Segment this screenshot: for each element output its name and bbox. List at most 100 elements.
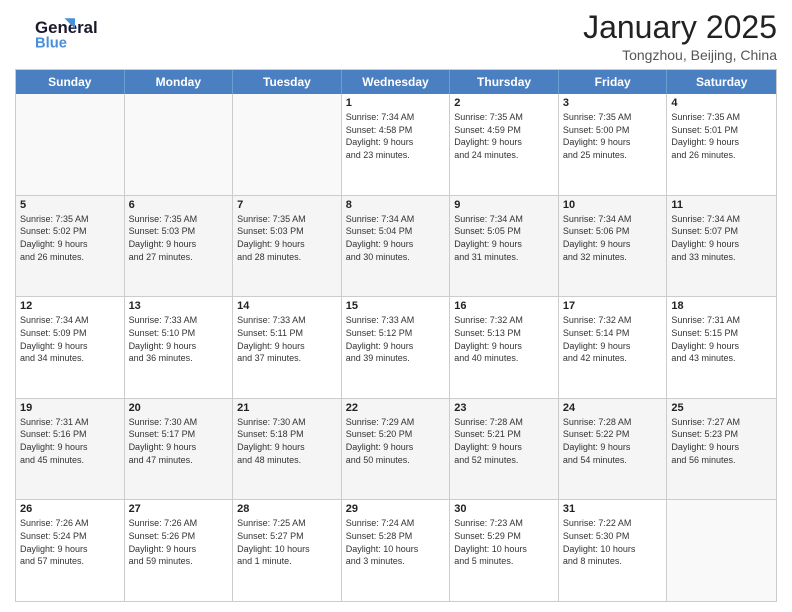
day-number: 4: [671, 97, 772, 109]
day-number: 25: [671, 402, 772, 414]
logo-icon: General Blue: [15, 14, 95, 54]
day-header-sunday: Sunday: [16, 70, 125, 94]
day-cell: 3 Sunrise: 7:35 AM Sunset: 5:00 PM Daylig…: [559, 94, 668, 195]
svg-text:Blue: Blue: [35, 36, 67, 52]
day-cell: 12 Sunrise: 7:34 AM Sunset: 5:09 PM Dayli…: [16, 297, 125, 398]
day-cell: 16 Sunrise: 7:32 AM Sunset: 5:13 PM Dayli…: [450, 297, 559, 398]
day-number: 30: [454, 503, 554, 515]
day-number: 7: [237, 199, 337, 211]
day-info: Sunrise: 7:22 AM Sunset: 5:30 PM Dayligh…: [563, 517, 663, 567]
day-number: 27: [129, 503, 229, 515]
day-info: Sunrise: 7:33 AM Sunset: 5:10 PM Dayligh…: [129, 314, 229, 364]
day-number: 18: [671, 300, 772, 312]
day-number: 10: [563, 199, 663, 211]
calendar-header: SundayMondayTuesdayWednesdayThursdayFrid…: [16, 70, 776, 94]
calendar: SundayMondayTuesdayWednesdayThursdayFrid…: [15, 69, 777, 602]
day-info: Sunrise: 7:34 AM Sunset: 5:05 PM Dayligh…: [454, 213, 554, 263]
day-cell: 17Sunrise: 7:32 AM Sunset: 5:14 PM Dayli…: [559, 297, 668, 398]
week-row-3: 12 Sunrise: 7:34 AM Sunset: 5:09 PM Dayli…: [16, 296, 776, 398]
day-cell: 6Sunrise: 7:35 AM Sunset: 5:03 PM Daylig…: [125, 196, 234, 297]
month-title: January 2025: [583, 10, 777, 45]
day-cell: 25 Sunrise: 7:27 AM Sunset: 5:23 PM Dayli…: [667, 399, 776, 500]
day-number: 13: [129, 300, 229, 312]
day-number: 12: [20, 300, 120, 312]
title-block: January 2025 Tongzhou, Beijing, China: [583, 10, 777, 63]
day-number: 23: [454, 402, 554, 414]
day-cell: 2 Sunrise: 7:35 AM Sunset: 4:59 PM Daylig…: [450, 94, 559, 195]
week-row-5: 26 Sunrise: 7:26 AM Sunset: 5:24 PM Dayli…: [16, 499, 776, 601]
day-header-monday: Monday: [125, 70, 234, 94]
day-cell: 14Sunrise: 7:33 AM Sunset: 5:11 PM Dayli…: [233, 297, 342, 398]
day-info: Sunrise: 7:35 AM Sunset: 5:01 PM Dayligh…: [671, 111, 772, 161]
day-number: 15: [346, 300, 446, 312]
day-info: Sunrise: 7:32 AM Sunset: 5:14 PM Dayligh…: [563, 314, 663, 364]
logo: General Blue: [15, 10, 95, 54]
day-number: 20: [129, 402, 229, 414]
svg-text:General: General: [35, 18, 98, 37]
day-number: 8: [346, 199, 446, 211]
day-cell: 29 Sunrise: 7:24 AM Sunset: 5:28 PM Dayli…: [342, 500, 451, 601]
day-number: 3: [563, 97, 663, 109]
day-info: Sunrise: 7:31 AM Sunset: 5:16 PM Dayligh…: [20, 416, 120, 466]
day-number: 6: [129, 199, 229, 211]
calendar-body: 1 Sunrise: 7:34 AM Sunset: 4:58 PM Daylig…: [16, 94, 776, 601]
day-info: Sunrise: 7:35 AM Sunset: 5:02 PM Dayligh…: [20, 213, 120, 263]
day-info: Sunrise: 7:34 AM Sunset: 5:04 PM Dayligh…: [346, 213, 446, 263]
day-number: 9: [454, 199, 554, 211]
day-number: 5: [20, 199, 120, 211]
day-cell: 26 Sunrise: 7:26 AM Sunset: 5:24 PM Dayli…: [16, 500, 125, 601]
day-cell: [16, 94, 125, 195]
day-info: Sunrise: 7:34 AM Sunset: 5:09 PM Dayligh…: [20, 314, 120, 364]
day-number: 24: [563, 402, 663, 414]
day-info: Sunrise: 7:32 AM Sunset: 5:13 PM Dayligh…: [454, 314, 554, 364]
day-info: Sunrise: 7:26 AM Sunset: 5:24 PM Dayligh…: [20, 517, 120, 567]
day-header-wednesday: Wednesday: [342, 70, 451, 94]
day-info: Sunrise: 7:25 AM Sunset: 5:27 PM Dayligh…: [237, 517, 337, 567]
day-cell: 8 Sunrise: 7:34 AM Sunset: 5:04 PM Daylig…: [342, 196, 451, 297]
day-info: Sunrise: 7:28 AM Sunset: 5:21 PM Dayligh…: [454, 416, 554, 466]
day-cell: 9 Sunrise: 7:34 AM Sunset: 5:05 PM Daylig…: [450, 196, 559, 297]
day-cell: 15 Sunrise: 7:33 AM Sunset: 5:12 PM Dayli…: [342, 297, 451, 398]
day-number: 2: [454, 97, 554, 109]
day-info: Sunrise: 7:24 AM Sunset: 5:28 PM Dayligh…: [346, 517, 446, 567]
day-cell: 7Sunrise: 7:35 AM Sunset: 5:03 PM Daylig…: [233, 196, 342, 297]
day-info: Sunrise: 7:34 AM Sunset: 5:07 PM Dayligh…: [671, 213, 772, 263]
day-cell: 11Sunrise: 7:34 AM Sunset: 5:07 PM Dayli…: [667, 196, 776, 297]
location: Tongzhou, Beijing, China: [583, 47, 777, 63]
day-info: Sunrise: 7:29 AM Sunset: 5:20 PM Dayligh…: [346, 416, 446, 466]
day-cell: [667, 500, 776, 601]
day-cell: 10 Sunrise: 7:34 AM Sunset: 5:06 PM Dayli…: [559, 196, 668, 297]
day-info: Sunrise: 7:34 AM Sunset: 5:06 PM Dayligh…: [563, 213, 663, 263]
day-info: Sunrise: 7:35 AM Sunset: 5:00 PM Dayligh…: [563, 111, 663, 161]
week-row-2: 5 Sunrise: 7:35 AM Sunset: 5:02 PM Daylig…: [16, 195, 776, 297]
day-info: Sunrise: 7:35 AM Sunset: 4:59 PM Dayligh…: [454, 111, 554, 161]
day-cell: 31 Sunrise: 7:22 AM Sunset: 5:30 PM Dayli…: [559, 500, 668, 601]
day-number: 28: [237, 503, 337, 515]
day-cell: 22 Sunrise: 7:29 AM Sunset: 5:20 PM Dayli…: [342, 399, 451, 500]
day-number: 19: [20, 402, 120, 414]
week-row-4: 19 Sunrise: 7:31 AM Sunset: 5:16 PM Dayli…: [16, 398, 776, 500]
header: General Blue January 2025 Tongzhou, Beij…: [15, 10, 777, 63]
day-info: Sunrise: 7:33 AM Sunset: 5:12 PM Dayligh…: [346, 314, 446, 364]
day-cell: [125, 94, 234, 195]
day-info: Sunrise: 7:28 AM Sunset: 5:22 PM Dayligh…: [563, 416, 663, 466]
day-info: Sunrise: 7:30 AM Sunset: 5:17 PM Dayligh…: [129, 416, 229, 466]
page: General Blue January 2025 Tongzhou, Beij…: [0, 0, 792, 612]
day-number: 29: [346, 503, 446, 515]
day-header-saturday: Saturday: [667, 70, 776, 94]
week-row-1: 1 Sunrise: 7:34 AM Sunset: 4:58 PM Daylig…: [16, 94, 776, 195]
day-number: 31: [563, 503, 663, 515]
day-cell: [233, 94, 342, 195]
day-info: Sunrise: 7:27 AM Sunset: 5:23 PM Dayligh…: [671, 416, 772, 466]
day-info: Sunrise: 7:31 AM Sunset: 5:15 PM Dayligh…: [671, 314, 772, 364]
day-header-thursday: Thursday: [450, 70, 559, 94]
day-cell: 30Sunrise: 7:23 AM Sunset: 5:29 PM Dayli…: [450, 500, 559, 601]
day-info: Sunrise: 7:34 AM Sunset: 4:58 PM Dayligh…: [346, 111, 446, 161]
day-cell: 18 Sunrise: 7:31 AM Sunset: 5:15 PM Dayli…: [667, 297, 776, 398]
day-cell: 5 Sunrise: 7:35 AM Sunset: 5:02 PM Daylig…: [16, 196, 125, 297]
day-number: 22: [346, 402, 446, 414]
day-number: 16: [454, 300, 554, 312]
day-number: 26: [20, 503, 120, 515]
day-number: 21: [237, 402, 337, 414]
day-number: 1: [346, 97, 446, 109]
